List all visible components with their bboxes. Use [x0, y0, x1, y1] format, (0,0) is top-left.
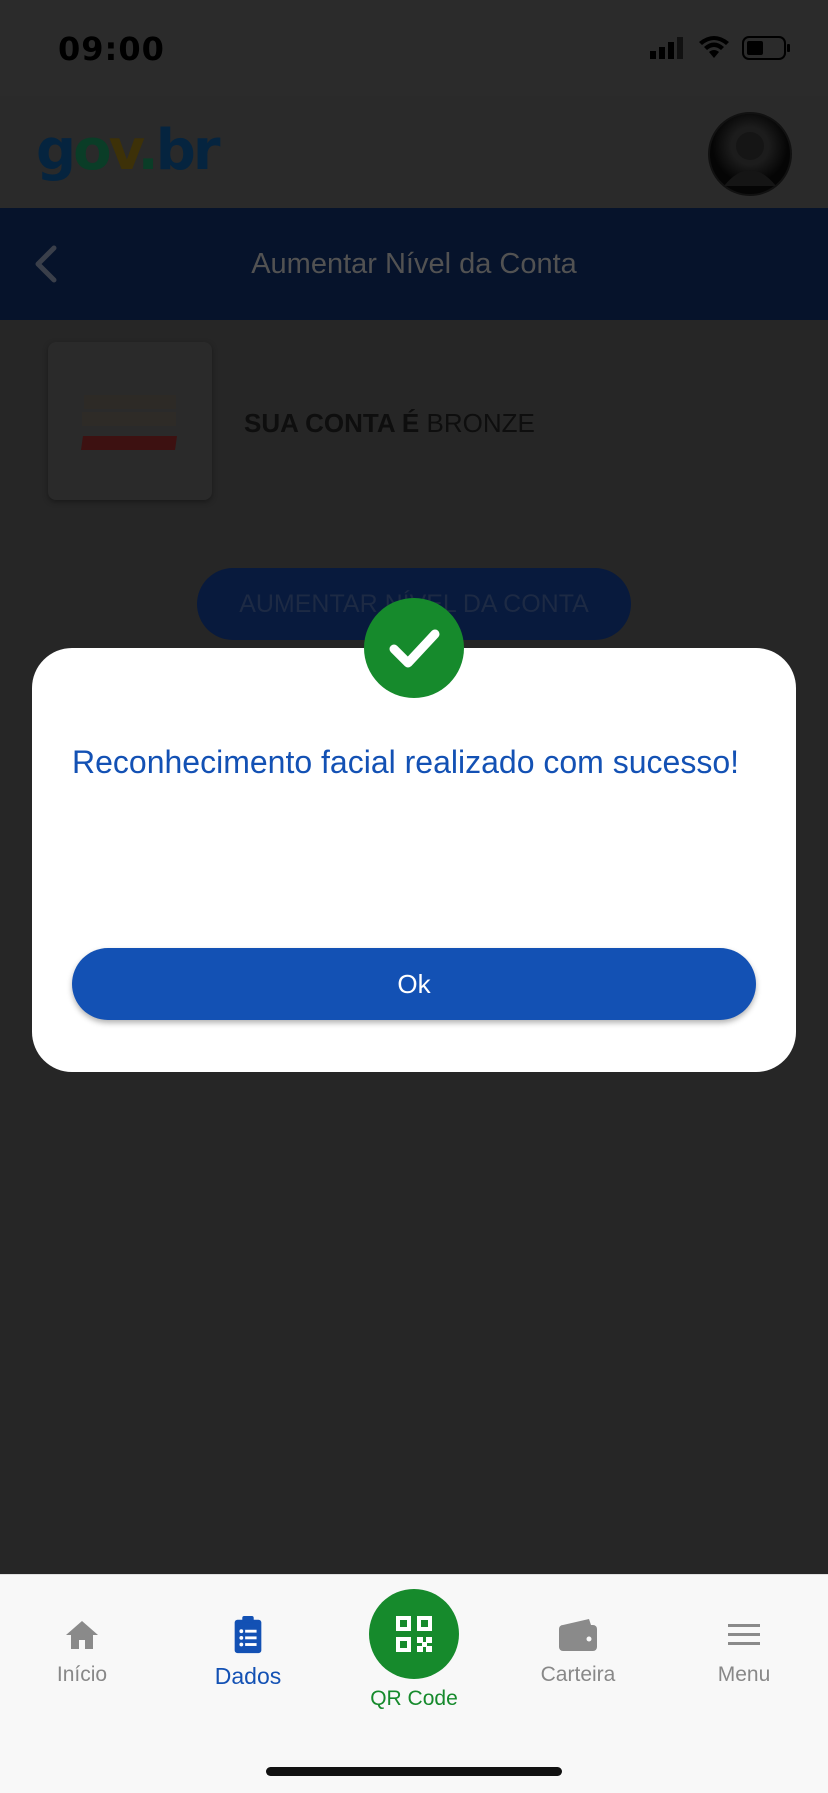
account-level-prefix: SUA CONTA É — [244, 408, 420, 438]
hamburger-icon — [728, 1624, 760, 1645]
home-indicator[interactable] — [266, 1767, 562, 1776]
wifi-icon — [699, 36, 729, 58]
avatar[interactable] — [708, 112, 792, 196]
status-bar: 09:00 — [0, 0, 828, 96]
dialog-message: Reconhecimento facial realizado com suce… — [72, 744, 739, 780]
user-avatar-icon — [724, 132, 776, 186]
nav-item-carteira[interactable]: Carteira — [508, 1615, 648, 1687]
battery-icon — [742, 36, 790, 60]
status-icons — [650, 36, 792, 60]
account-level-value: BRONZE — [426, 408, 535, 438]
title-bar: Aumentar Nível da Conta — [0, 208, 828, 320]
success-check-badge — [364, 598, 464, 698]
nav-label: Carteira — [540, 1663, 616, 1686]
home-icon — [66, 1621, 98, 1649]
nav-item-dados[interactable]: Dados — [178, 1615, 318, 1690]
ok-button[interactable]: Ok — [72, 948, 756, 1020]
nav-item-menu[interactable]: Menu — [674, 1615, 814, 1687]
nav-label-qr-code[interactable]: QR Code — [344, 1687, 484, 1711]
status-time: 09:00 — [58, 30, 165, 68]
bottom-navigation: Início Dados QR Code Carteira Menu — [0, 1574, 828, 1793]
badge-stripe — [82, 412, 176, 426]
nav-item-qr-code[interactable] — [369, 1589, 459, 1679]
badge-stripe — [84, 395, 176, 409]
account-level-text: SUA CONTA É BRONZE — [244, 408, 535, 439]
success-dialog: Reconhecimento facial realizado com suce… — [32, 648, 796, 1072]
nav-label: Início — [56, 1663, 108, 1686]
badge-stripe — [81, 436, 177, 450]
wallet-icon — [559, 1619, 597, 1651]
signal-icon — [650, 37, 683, 59]
govbr-logo[interactable]: gov.br — [36, 118, 220, 183]
nav-label: Menu — [717, 1663, 771, 1686]
qr-code-icon — [396, 1616, 432, 1652]
check-icon — [389, 629, 440, 668]
nav-label: Dados — [214, 1663, 282, 1689]
nav-item-inicio[interactable]: Início — [12, 1615, 152, 1687]
page-title: Aumentar Nível da Conta — [251, 248, 577, 280]
app-header: gov.br — [0, 96, 828, 208]
clipboard-list-icon — [234, 1615, 262, 1654]
bronze-badge-card — [48, 342, 212, 500]
